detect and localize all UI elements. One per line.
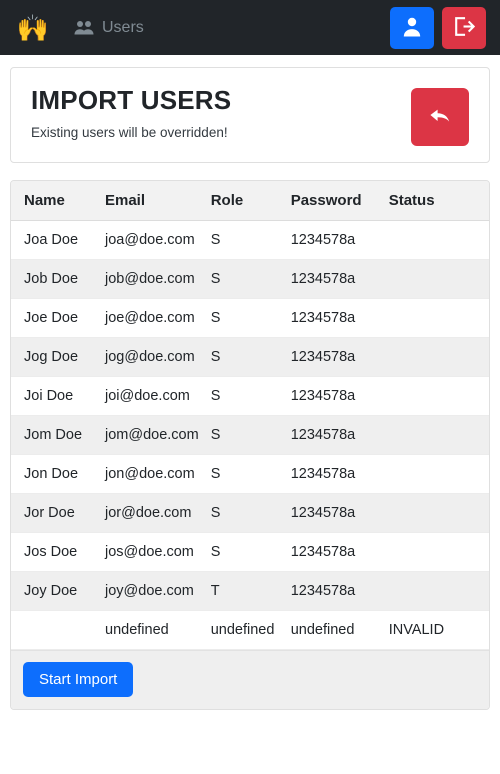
cell-name: [11, 610, 99, 650]
cell-password: 1234578a: [284, 298, 383, 338]
cell-status: [382, 454, 489, 494]
account-button[interactable]: [390, 6, 434, 49]
cell-email: joa@doe.com: [99, 220, 205, 260]
cell-role: S: [204, 376, 285, 416]
table-body: Joa Doe joa@doe.com S 1234578a Job Doe job@do…: [11, 220, 489, 650]
cell-password: 1234578a: [284, 376, 383, 416]
table-row: Jon Doe jon@doe.com S 1234578a: [11, 454, 489, 494]
back-button[interactable]: [411, 88, 469, 146]
cell-status: [382, 415, 489, 455]
sign-out-icon: [453, 16, 476, 40]
header-texts: IMPORT USERS Existing users will be over…: [31, 86, 411, 140]
cell-role: S: [204, 454, 285, 494]
cell-role: S: [204, 532, 285, 572]
table-row: Joy Doe joy@doe.com T 1234578a: [11, 571, 489, 611]
cell-name: Joi Doe: [11, 376, 99, 416]
cell-password: 1234578a: [284, 493, 383, 533]
card-header: IMPORT USERS Existing users will be over…: [11, 68, 489, 162]
cell-name: Jom Doe: [11, 415, 99, 455]
cell-role: S: [204, 493, 285, 533]
cell-password: 1234578a: [284, 259, 383, 299]
cell-name: Jog Doe: [11, 337, 99, 377]
cell-password: 1234578a: [284, 415, 383, 455]
cell-role: S: [204, 415, 285, 455]
page-title: IMPORT USERS: [31, 85, 232, 115]
sidebar-item-users[interactable]: Users: [74, 19, 144, 37]
raising-hands-emoji-icon: 🙌: [16, 12, 50, 43]
column-header-password: Password: [284, 181, 383, 221]
sidebar-item-users-label: Users: [102, 18, 144, 36]
cell-role: T: [204, 571, 285, 611]
table-header-row: Name Email Role Password Status: [11, 181, 489, 221]
table-row: undefined undefined undefined INVALID: [11, 610, 489, 650]
column-header-name: Name: [11, 181, 99, 221]
import-users-table: Name Email Role Password Status Joa Doe j…: [11, 181, 489, 650]
cell-status: [382, 376, 489, 416]
cell-role: S: [204, 259, 285, 299]
users-group-icon: [74, 20, 94, 35]
cell-email: jog@doe.com: [99, 337, 205, 377]
cell-name: Joe Doe: [11, 298, 99, 338]
cell-name: Joy Doe: [11, 571, 99, 611]
start-import-button[interactable]: Start Import: [23, 662, 134, 697]
cell-email: jos@doe.com: [99, 532, 205, 572]
table-row: Jom Doe jom@doe.com S 1234578a: [11, 415, 489, 455]
cell-password: 1234578a: [284, 571, 383, 611]
cell-name: Jon Doe: [11, 454, 99, 494]
cell-status: [382, 337, 489, 377]
cell-status: [382, 298, 489, 338]
cell-password: 1234578a: [284, 337, 383, 377]
table-head: Name Email Role Password Status: [11, 181, 489, 221]
cell-role: S: [204, 220, 285, 260]
cell-email: job@doe.com: [99, 259, 205, 299]
cell-password: 1234578a: [284, 220, 383, 260]
cell-password: 1234578a: [284, 454, 383, 494]
cell-role: undefined: [204, 610, 285, 650]
table-row: Jor Doe jor@doe.com S 1234578a: [11, 493, 489, 533]
column-header-status: Status: [382, 181, 489, 221]
cell-password: 1234578a: [284, 532, 383, 572]
column-header-email: Email: [99, 181, 205, 221]
cell-name: Joa Doe: [11, 220, 99, 260]
import-preview-card: Name Email Role Password Status Joa Doe j…: [10, 180, 490, 710]
page-body: IMPORT USERS Existing users will be over…: [0, 55, 500, 710]
cell-name: Jos Doe: [11, 532, 99, 572]
cell-role: S: [204, 298, 285, 338]
column-header-role: Role: [204, 181, 285, 221]
navbar-actions: [390, 6, 492, 49]
cell-email: jom@doe.com: [99, 415, 205, 455]
cell-email: jon@doe.com: [99, 454, 205, 494]
cell-password: undefined: [284, 610, 383, 650]
person-icon: [402, 16, 422, 40]
table-row: Jog Doe jog@doe.com S 1234578a: [11, 337, 489, 377]
cell-name: Job Doe: [11, 259, 99, 299]
cell-email: joy@doe.com: [99, 571, 205, 611]
cell-email: joe@doe.com: [99, 298, 205, 338]
table-row: Joi Doe joi@doe.com S 1234578a: [11, 376, 489, 416]
table-row: Job Doe job@doe.com S 1234578a: [11, 259, 489, 299]
import-header-card: IMPORT USERS Existing users will be over…: [10, 67, 490, 163]
logout-button[interactable]: [442, 6, 486, 49]
reply-arrow-icon: [427, 104, 453, 131]
cell-status: [382, 532, 489, 572]
cell-name: Jor Doe: [11, 493, 99, 533]
table-row: Jos Doe jos@doe.com S 1234578a: [11, 532, 489, 572]
cell-email: jor@doe.com: [99, 493, 205, 533]
cell-status: [382, 259, 489, 299]
cell-role: S: [204, 337, 285, 377]
cell-status: [382, 220, 489, 260]
page-subtitle: Existing users will be overridden!: [31, 124, 228, 140]
cell-status: [382, 571, 489, 611]
cell-email: joi@doe.com: [99, 376, 205, 416]
cell-status: [382, 493, 489, 533]
table-row: Joe Doe joe@doe.com S 1234578a: [11, 298, 489, 338]
top-navbar: 🙌 Users: [0, 0, 500, 55]
card-footer: Start Import: [11, 650, 489, 709]
table-row: Joa Doe joa@doe.com S 1234578a: [11, 220, 489, 260]
brand-logo[interactable]: 🙌: [10, 8, 56, 48]
cell-email: undefined: [99, 610, 205, 650]
cell-status: INVALID: [382, 610, 489, 650]
